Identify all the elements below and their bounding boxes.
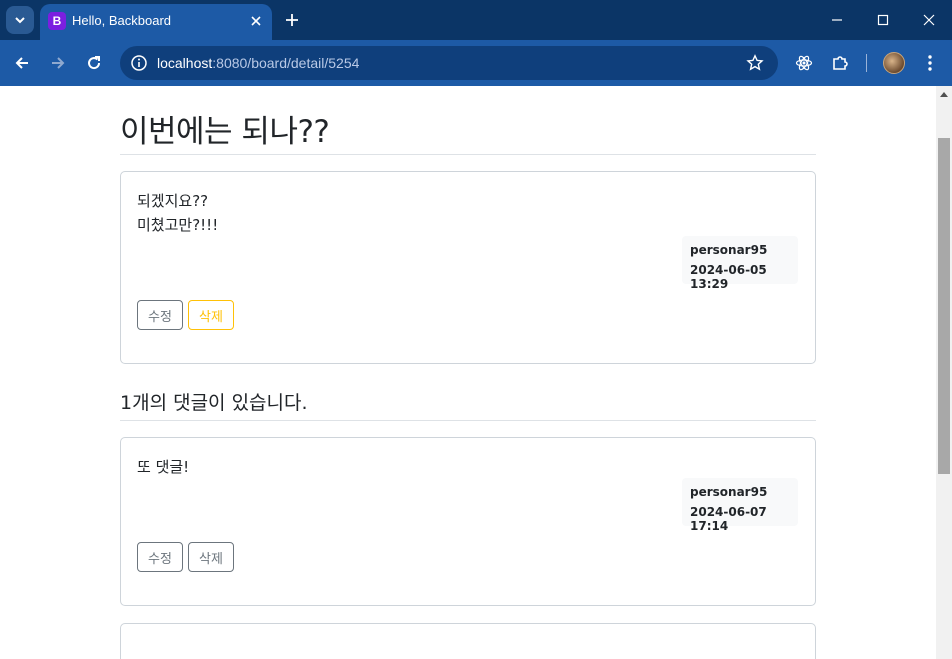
close-icon <box>923 14 935 26</box>
address-bar[interactable]: localhost:8080/board/detail/5254 <box>120 46 778 80</box>
plus-icon <box>286 14 298 26</box>
comment-meta: personar95 2024-06-07 17:14 <box>682 478 798 533</box>
delete-comment-button[interactable]: 삭제 <box>188 542 234 572</box>
reload-icon <box>88 56 101 70</box>
title-divider <box>120 154 816 155</box>
url-path: :8080/board/detail/5254 <box>212 55 360 71</box>
new-tab-button[interactable] <box>282 10 302 30</box>
reload-button[interactable] <box>80 49 108 77</box>
page-scrollbar[interactable] <box>936 86 952 659</box>
comment-card: 또 댓글! personar95 2024-06-07 17:14 수정 삭제 <box>120 437 816 606</box>
minimize-button[interactable] <box>823 6 851 34</box>
url-text[interactable]: localhost:8080/board/detail/5254 <box>157 55 359 71</box>
comment-content: 또 댓글! <box>137 458 190 476</box>
scrollbar-thumb[interactable] <box>938 138 950 474</box>
back-button[interactable] <box>8 49 36 77</box>
maximize-icon <box>877 14 889 26</box>
comment-count: 1개의 댓글이 있습니다. <box>120 392 308 414</box>
url-host: localhost <box>157 55 213 71</box>
chevron-down-icon <box>15 17 25 24</box>
close-icon <box>251 16 261 26</box>
post-date: 2024-06-05 13:29 <box>690 263 767 291</box>
tab-strip: B Hello, Backboard <box>0 0 952 40</box>
browser-tab[interactable]: B Hello, Backboard <box>40 4 272 40</box>
react-devtools-extension-button[interactable] <box>793 52 815 74</box>
scroll-up-arrow-icon[interactable] <box>940 92 948 97</box>
post-title: 이번에는 되나?? <box>120 114 330 150</box>
bookmark-star-icon[interactable] <box>746 54 764 72</box>
close-tab-button[interactable] <box>248 13 264 29</box>
tab-search-button[interactable] <box>6 6 34 34</box>
edit-post-button[interactable]: 수정 <box>137 300 183 330</box>
forward-button[interactable] <box>44 49 72 77</box>
react-icon <box>795 55 813 71</box>
post-card: 되겠지요?? 미쳤고만?!!! personar95 2024-06-05 13… <box>120 171 816 364</box>
post-content: 되겠지요?? 미쳤고만?!!! <box>137 192 219 234</box>
post-meta: personar95 2024-06-05 13:29 <box>682 236 798 291</box>
toolbar-divider <box>866 54 867 72</box>
edit-comment-button[interactable]: 수정 <box>137 542 183 572</box>
comment-date: 2024-06-07 17:14 <box>690 505 767 533</box>
arrow-left-icon <box>15 57 28 69</box>
bootstrap-favicon-icon: B <box>48 12 66 30</box>
close-window-button[interactable] <box>915 6 943 34</box>
minimize-icon <box>832 19 842 21</box>
comment-form-card <box>120 623 816 659</box>
page-content: 이번에는 되나?? 되겠지요?? 미쳤고만?!!! personar95 202… <box>0 86 936 659</box>
extensions-button[interactable] <box>829 52 851 74</box>
maximize-button[interactable] <box>869 6 897 34</box>
browser-menu-button[interactable] <box>919 52 941 74</box>
site-info-icon[interactable] <box>130 54 148 72</box>
comments-divider <box>120 420 816 421</box>
tab-title: Hello, Backboard <box>72 13 171 28</box>
puzzle-piece-icon <box>833 56 848 70</box>
profile-avatar[interactable] <box>883 52 905 74</box>
browser-toolbar: localhost:8080/board/detail/5254 <box>0 40 952 86</box>
post-author: personar95 <box>690 243 768 257</box>
arrow-right-icon <box>52 57 65 69</box>
more-vertical-icon <box>928 55 932 71</box>
delete-post-button[interactable]: 삭제 <box>188 300 234 330</box>
comment-author: personar95 <box>690 485 768 499</box>
